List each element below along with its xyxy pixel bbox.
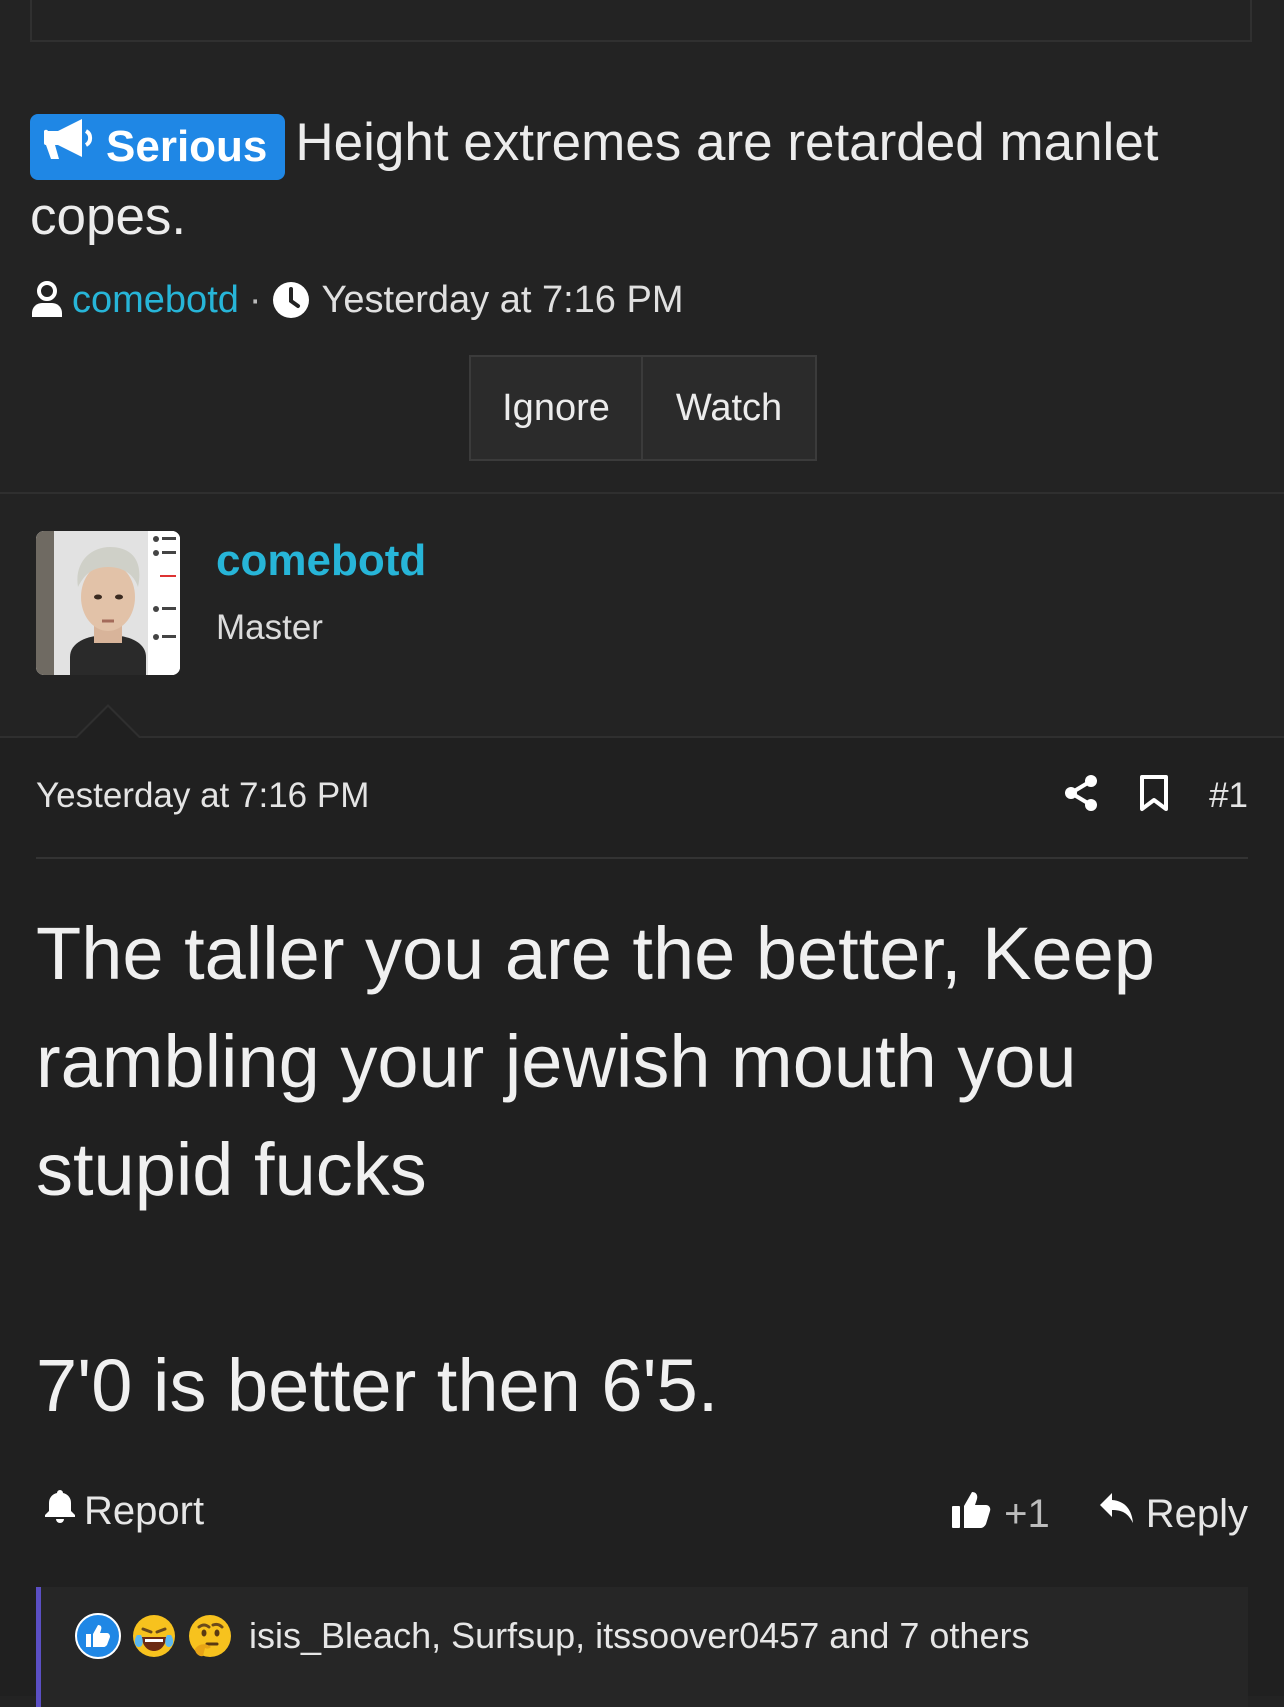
bell-icon [44, 1488, 76, 1534]
reply-label: Reply [1145, 1491, 1248, 1536]
thread-meta: comebotd · Yesterday at 7:16 PM [30, 272, 683, 328]
report-label: Report [84, 1488, 205, 1533]
avatar[interactable] [36, 531, 180, 675]
post-body-paragraph: The taller you are the better, Keep ramb… [36, 912, 1155, 1211]
user-icon [30, 281, 64, 319]
ignore-button[interactable]: Ignore [469, 355, 643, 461]
post-date[interactable]: Yesterday at 7:16 PM [36, 776, 369, 816]
share-icon[interactable] [1063, 774, 1099, 817]
laugh-cry-icon [133, 1615, 175, 1657]
poster-user-title: Master [216, 608, 323, 647]
reactions-summary[interactable]: isis_Bleach, Surfsup, itssoover0457 and … [249, 1613, 1029, 1659]
bookmark-icon[interactable] [1139, 774, 1169, 817]
like-icon [75, 1613, 121, 1659]
post-body-paragraph: 7'0 is better then 6'5. [36, 1344, 719, 1427]
post-header-divider [36, 857, 1248, 859]
reply-arrow-icon [1098, 1491, 1136, 1537]
thread-action-buttons: Ignore Watch [469, 355, 817, 461]
reply-button[interactable]: Reply [1098, 1491, 1248, 1537]
post-number-link[interactable]: #1 [1209, 776, 1248, 816]
reactions-bar[interactable]: isis_Bleach, Surfsup, itssoover0457 and … [36, 1587, 1248, 1707]
like-button[interactable]: +1 [950, 1488, 1050, 1540]
thumbs-up-icon [950, 1488, 992, 1540]
prefix-label: Serious [106, 122, 268, 171]
like-count: +1 [1004, 1491, 1050, 1536]
thread-prefix-badge[interactable]: Serious [30, 114, 286, 180]
thread-author-link[interactable]: comebotd [72, 279, 239, 322]
thinking-icon [189, 1615, 231, 1657]
meta-separator: · [248, 278, 262, 321]
megaphone-icon [43, 110, 96, 184]
thread-timestamp[interactable]: Yesterday at 7:16 PM [322, 279, 684, 322]
previous-section-box [30, 0, 1252, 42]
poster-username[interactable]: comebotd [216, 536, 426, 586]
post-footer-actions: +1 Reply [950, 1488, 1248, 1540]
post-arrow-inner [76, 707, 140, 739]
post-header-actions: #1 [1063, 774, 1248, 817]
report-link[interactable]: Report [44, 1488, 204, 1534]
watch-button[interactable]: Watch [643, 355, 817, 461]
clock-icon [272, 281, 310, 319]
post-body: The taller you are the better, Keep ramb… [36, 900, 1256, 1440]
thread-title: Serious Height extremes are retarded man… [30, 106, 1230, 254]
poster-panel [0, 494, 1284, 736]
